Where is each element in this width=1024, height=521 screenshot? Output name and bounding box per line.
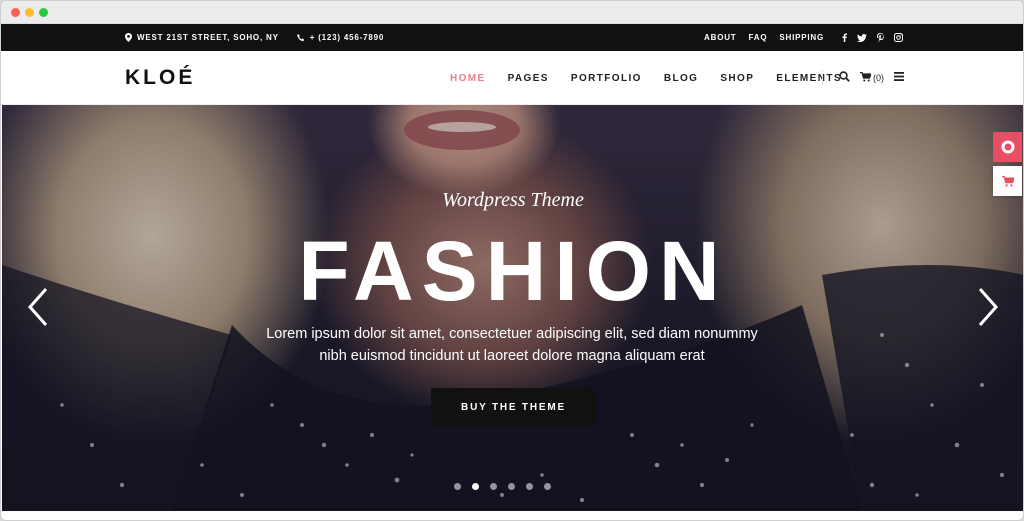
ring-icon xyxy=(1001,140,1014,154)
main-navigation: KLOÉ HOME PAGES PORTFOLIO BLOG SHOP ELEM… xyxy=(1,51,1023,105)
pinterest-icon[interactable] xyxy=(877,33,884,42)
address-item: WEST 21ST STREET, SOHO, NY xyxy=(125,33,279,42)
shipping-link[interactable]: SHIPPING xyxy=(779,33,824,42)
twitter-icon[interactable] xyxy=(857,33,867,42)
chevron-right-icon xyxy=(978,288,999,326)
page-bottom-strip xyxy=(2,511,1023,520)
cart-button[interactable]: (0) xyxy=(860,71,884,84)
cart-count: (0) xyxy=(873,72,884,83)
side-theme-button[interactable] xyxy=(993,132,1022,162)
chevron-left-icon xyxy=(27,288,48,326)
close-window-button[interactable] xyxy=(11,8,20,17)
phone-icon xyxy=(296,33,305,42)
minimize-window-button[interactable] xyxy=(25,8,34,17)
cart-icon xyxy=(860,71,872,84)
hero-description-line-2: nibh euismod tincidunt ut laoreet dolore… xyxy=(319,348,705,364)
nav-divider xyxy=(822,70,823,85)
top-info-bar: WEST 21ST STREET, SOHO, NY + (123) 456-7… xyxy=(1,24,1023,51)
slide-dot[interactable] xyxy=(508,483,515,490)
menu-item-elements[interactable]: ELEMENTS xyxy=(776,73,842,84)
slider-pagination xyxy=(454,483,551,490)
about-link[interactable]: ABOUT xyxy=(704,33,736,42)
menu-item-home[interactable]: HOME xyxy=(450,73,486,84)
phone-text: + (123) 456-7890 xyxy=(309,33,385,42)
hero-slider: Wordpress Theme FASHION Lorem ipsum dolo… xyxy=(2,105,1023,511)
search-icon[interactable] xyxy=(839,71,850,84)
facebook-icon[interactable] xyxy=(842,33,847,42)
hero-description-line-1: Lorem ipsum dolor sit amet, consectetuer… xyxy=(266,326,758,342)
main-menu: HOME PAGES PORTFOLIO BLOG SHOP ELEMENTS xyxy=(450,73,842,84)
buy-theme-button[interactable]: BUY THE THEME xyxy=(431,388,596,426)
phone-item[interactable]: + (123) 456-7890 xyxy=(296,33,385,42)
hero-subtitle: Wordpress Theme xyxy=(442,189,584,211)
maximize-window-button[interactable] xyxy=(39,8,48,17)
nav-tools: (0) xyxy=(839,71,904,84)
instagram-icon[interactable] xyxy=(894,33,903,42)
menu-item-portfolio[interactable]: PORTFOLIO xyxy=(571,73,642,84)
hero-description: Lorem ipsum dolor sit amet, consectetuer… xyxy=(242,323,782,367)
next-slide-button[interactable] xyxy=(974,285,1002,329)
side-cart-button[interactable] xyxy=(993,166,1022,196)
menu-item-pages[interactable]: PAGES xyxy=(508,73,549,84)
menu-item-blog[interactable]: BLOG xyxy=(664,73,699,84)
slide-dot[interactable] xyxy=(454,483,461,490)
location-pin-icon xyxy=(125,33,132,42)
slide-dot[interactable] xyxy=(526,483,533,490)
site-logo[interactable]: KLOÉ xyxy=(125,66,195,90)
hamburger-menu-icon[interactable] xyxy=(894,72,904,83)
social-links xyxy=(842,33,903,42)
browser-window: WEST 21ST STREET, SOHO, NY + (123) 456-7… xyxy=(0,0,1024,521)
cart-icon xyxy=(1001,175,1014,186)
hero-title: FASHION xyxy=(298,224,728,318)
slide-dot[interactable] xyxy=(490,483,497,490)
previous-slide-button[interactable] xyxy=(24,285,52,329)
slide-dot[interactable] xyxy=(544,483,551,490)
slide-dot-active[interactable] xyxy=(472,483,479,490)
faq-link[interactable]: FAQ xyxy=(749,33,768,42)
address-text: WEST 21ST STREET, SOHO, NY xyxy=(137,33,279,42)
window-chrome xyxy=(1,1,1023,24)
menu-item-shop[interactable]: SHOP xyxy=(720,73,754,84)
